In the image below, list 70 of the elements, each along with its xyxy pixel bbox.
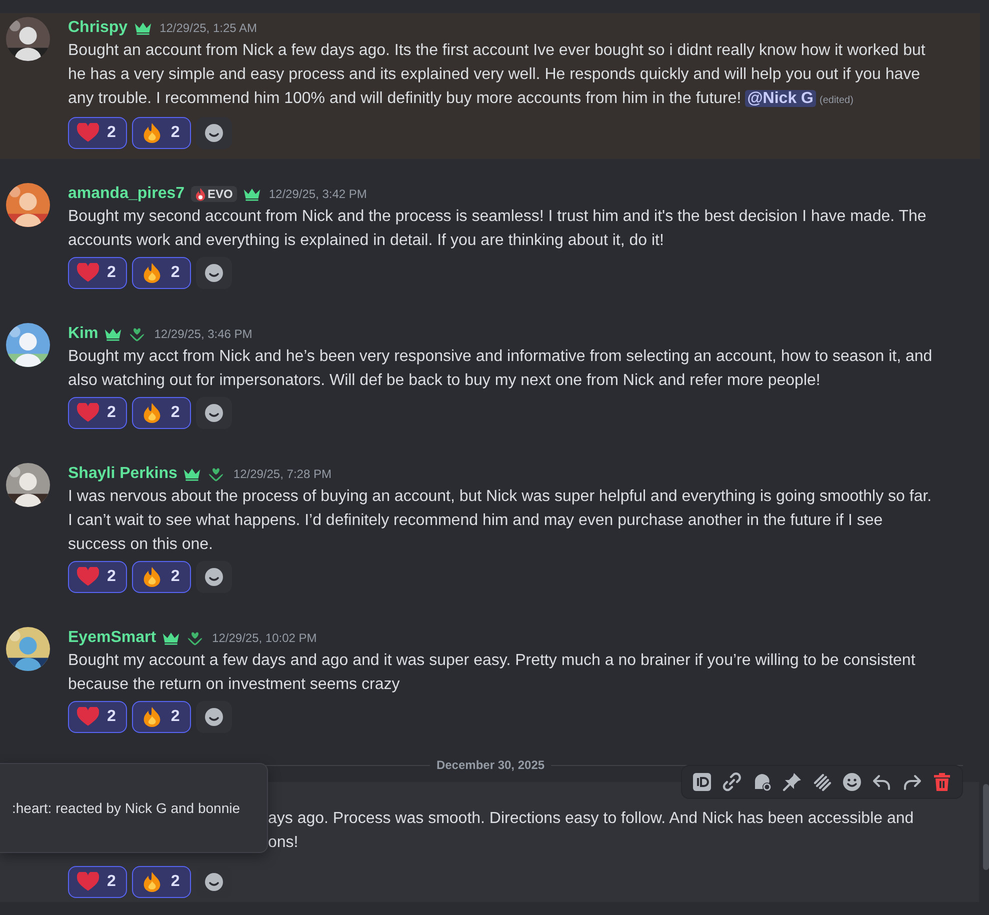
- add-reaction-button[interactable]: [196, 117, 232, 149]
- heart-reaction[interactable]: 2: [68, 117, 127, 149]
- reply-icon[interactable]: [872, 772, 892, 792]
- message-text: ays ago. Process was smooth. Directions easy to follow. And Nick has been accessible and: [268, 809, 915, 829]
- crown-icon: [104, 326, 122, 342]
- timestamp: 12/29/25, 3:46 PM: [154, 327, 252, 341]
- heart-icon: [77, 263, 99, 283]
- flame-icon: [194, 188, 206, 200]
- fire-reaction[interactable]: 2: [132, 701, 191, 733]
- tooltip-text: :heart: reacted by Nick G and bonnie: [12, 800, 240, 816]
- heart-hands-icon: [207, 466, 226, 482]
- fire-reaction[interactable]: 2: [132, 117, 191, 149]
- timestamp: 12/29/25, 3:42 PM: [268, 187, 367, 201]
- id-icon[interactable]: [692, 772, 712, 792]
- crown-icon: [183, 466, 202, 482]
- user-mention[interactable]: @Nick G: [745, 90, 816, 107]
- forward-icon[interactable]: [902, 772, 922, 792]
- add-reaction-button[interactable]: [196, 257, 232, 289]
- message-text: Bought my acct from Nick and he’s been very responsive and informative from selecting an account, how to season it, and also watching out for impersonators. Will def be back to buy my next one from Nick and refer more people!: [68, 348, 932, 389]
- message-text: Bought my second account from Nick and the process is seamless! I trust him and it's the best decision I have made. The accounts work and everything is explained in detail. If you are thinking about it, do it!: [68, 208, 926, 249]
- timestamp: 12/29/25, 10:02 PM: [212, 631, 317, 645]
- username[interactable]: Kim: [68, 325, 98, 343]
- timestamp: 12/29/25, 1:25 AM: [160, 21, 257, 35]
- heart-reaction[interactable]: 2: [68, 257, 127, 289]
- heart-icon: [77, 403, 99, 423]
- heart-icon: [77, 567, 99, 587]
- heart-reaction[interactable]: 2: [68, 561, 127, 593]
- emoji-icon: [204, 872, 224, 892]
- fire-reaction[interactable]: 2: [132, 561, 191, 593]
- trash-icon[interactable]: [932, 772, 952, 792]
- crown-icon: [162, 630, 180, 646]
- link-icon[interactable]: [722, 772, 742, 792]
- fire-reaction[interactable]: 2: [132, 257, 191, 289]
- crown-icon: [134, 20, 152, 36]
- heart-icon: [77, 707, 99, 727]
- add-reaction-button[interactable]: [196, 561, 232, 593]
- tag-label: EVO: [208, 187, 233, 201]
- message-text: Bought an account from Nick a few days ago. Its the first account Ive ever bought so i didnt really know how it worked but he has a very simple and easy process and its explained very well. He responds quickly and will help you out if you have any trouble. I recommend him 100% and will definitly buy more accounts from him in the future! @Nick G (edited): [68, 42, 926, 107]
- fire-reaction[interactable]: 2: [132, 397, 191, 429]
- emoji-icon[interactable]: [842, 772, 862, 792]
- emoji-icon: [204, 707, 224, 727]
- heart-hands-icon: [128, 326, 146, 342]
- heart-reaction[interactable]: 2: [68, 701, 127, 733]
- scrollbar[interactable]: [983, 784, 989, 870]
- heart-hands-icon: [186, 630, 204, 646]
- message-text: ons!: [268, 833, 300, 853]
- heart-icon: [77, 872, 99, 892]
- add-reaction-button[interactable]: [196, 397, 232, 429]
- heart-icon: [77, 123, 99, 143]
- fire-reaction[interactable]: 2: [132, 866, 191, 898]
- emoji-icon: [204, 403, 224, 423]
- stacked-lines-icon[interactable]: [812, 772, 832, 792]
- crown-icon: [242, 186, 261, 202]
- username[interactable]: amanda_pires7: [68, 185, 185, 203]
- edited-label: (edited): [820, 95, 854, 106]
- date-divider: December 30, 2025: [436, 758, 545, 772]
- chat-bubble-icon[interactable]: [752, 772, 772, 792]
- emoji-icon: [204, 123, 224, 143]
- message-text: I was nervous about the process of buying an account, but Nick was super helpful and everything is going smoothly so far. I can’t wait to see what happens. I’d definitely recommend him and may even purchase another in the future if I see success on this one.: [68, 488, 932, 553]
- message-text: Bought my account a few days and ago and it was super easy. Pretty much a no brainer if you’re willing to be consistent because the return on investment seems crazy: [68, 652, 916, 693]
- heart-reaction[interactable]: 2: [68, 866, 127, 898]
- pin-icon[interactable]: [782, 772, 802, 792]
- heart-reaction[interactable]: 2: [68, 397, 127, 429]
- username[interactable]: Chrispy: [68, 19, 128, 37]
- timestamp: 12/29/25, 7:28 PM: [233, 467, 332, 481]
- emoji-icon: [204, 263, 224, 283]
- username[interactable]: EyemSmart: [68, 629, 156, 647]
- username[interactable]: Shayli Perkins: [68, 465, 178, 483]
- add-reaction-button[interactable]: [196, 701, 232, 733]
- emoji-icon: [204, 567, 224, 587]
